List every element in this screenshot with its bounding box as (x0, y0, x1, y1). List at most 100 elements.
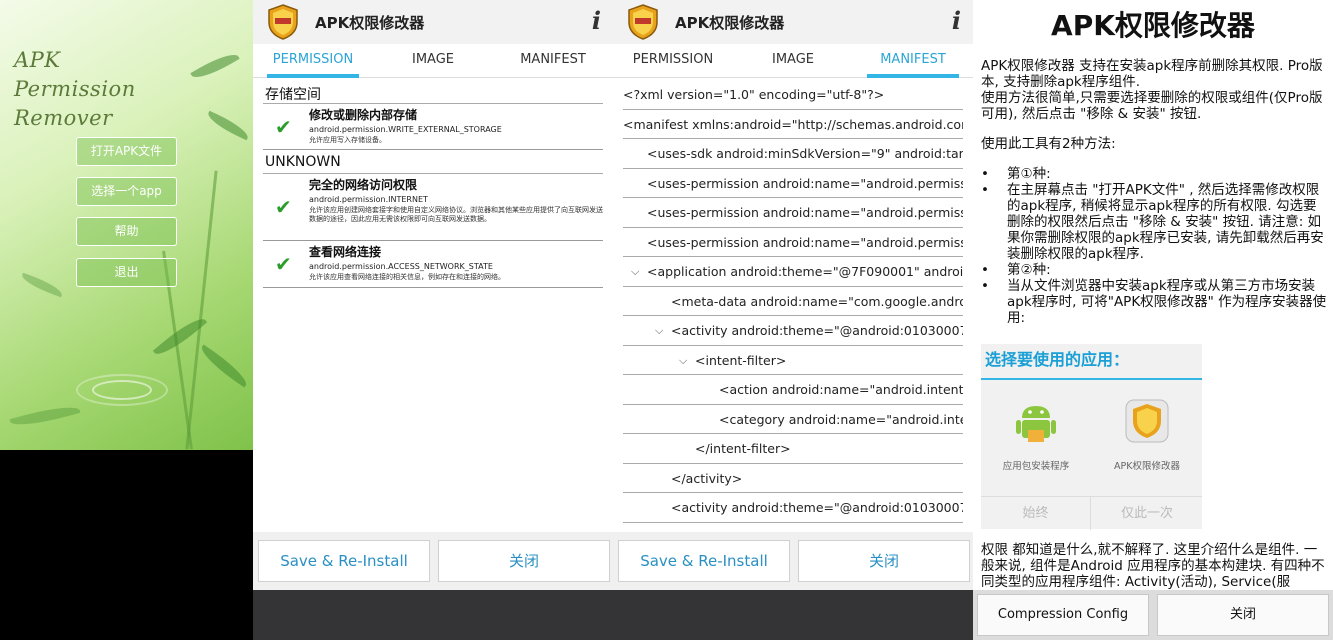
tab-permission[interactable]: PERMISSION (613, 44, 733, 78)
manifest-screen: APK权限修改器 i PERMISSION IMAGE MANIFEST <?x… (613, 0, 973, 640)
bamboo-leaf (19, 272, 65, 298)
bamboo-leaf (196, 344, 252, 388)
manifest-row[interactable]: ⌵ <application android:theme="@7F090001" … (623, 257, 963, 287)
tab-bar: PERMISSION IMAGE MANIFEST (253, 44, 613, 78)
permission-group-header: UNKNOWN (263, 150, 603, 174)
save-reinstall-button[interactable]: Save & Re-Install (258, 540, 430, 582)
permission-item[interactable]: ✔ 查看网络连接 android.permission.ACCESS_NETWO… (263, 241, 603, 288)
tab-bar: PERMISSION IMAGE MANIFEST (613, 44, 973, 78)
app-chooser-image: 选择要使用的应用： 应用包安装程序 APK权限修改器 始终 仅此一次 (981, 344, 1202, 530)
checkmark-icon[interactable]: ✔ (275, 115, 292, 139)
manifest-tree: <?xml version="1.0" encoding="utf-8"?> <m… (623, 80, 963, 532)
manifest-row: <uses-permission android:name="android.p… (623, 228, 963, 257)
permission-name: 查看网络连接 (309, 245, 382, 259)
open-apk-button[interactable]: 打开APK文件 (76, 137, 177, 166)
manifest-row: <uses-permission android:name="android.p… (623, 169, 963, 198)
permission-name: 完全的网络访问权限 (309, 178, 418, 192)
help-usage: 使用方法很简单,只需要选择要删除的权限或组件(仅Pro版可用), 然后点击 "移… (981, 90, 1323, 122)
app-title: APK权限修改器 (675, 14, 785, 32)
permission-item[interactable]: ✔ 完全的网络访问权限 android.permission.INTERNET … (263, 174, 603, 241)
manifest-row: <?xml version="1.0" encoding="utf-8"?> (623, 80, 963, 110)
permission-id: android.permission.ACCESS_NETWORK_STATE (309, 262, 493, 271)
permission-desc: 允许应用写入存储设备。 (309, 136, 386, 144)
info-icon[interactable]: i (952, 6, 961, 35)
tab-image[interactable]: IMAGE (733, 44, 853, 78)
app-option-label: 应用包安装程序 (1002, 461, 1070, 472)
android-robot-icon (1016, 406, 1056, 442)
manifest-row-text: <activity android:theme="@android:010300… (671, 523, 963, 533)
manifest-row-text: <uses-permission android:name="android.p… (647, 205, 963, 220)
apk-shield-logo-icon (628, 4, 658, 40)
manifest-row-text: <intent-filter> (695, 352, 787, 368)
list-item: 第②种: (981, 262, 1327, 278)
nav-bar-strip (253, 590, 613, 640)
tab-image[interactable]: IMAGE (373, 44, 493, 78)
chevron-down-icon[interactable]: ⌵ (655, 316, 663, 345)
close-button[interactable]: 关闭 (798, 540, 970, 582)
manifest-row-text: <meta-data android:name="com.google.andr… (671, 293, 963, 309)
chooser-title: 选择要使用的应用： (985, 350, 1130, 369)
manifest-row: <activity android:theme="@android:010300… (623, 493, 963, 523)
manifest-row: <meta-data android:name="com.google.andr… (623, 287, 963, 316)
tab-permission[interactable]: PERMISSION (253, 44, 373, 78)
nav-bar-strip (613, 590, 973, 640)
bamboo-leaf (190, 48, 240, 84)
manifest-row: <uses-sdk android:minSdkVersion="9" andr… (623, 139, 963, 169)
tab-manifest[interactable]: MANIFEST (853, 44, 973, 78)
manifest-row-text: <activity android:theme="@android:010300… (671, 500, 963, 515)
manifest-row-text: <action android:name="android.intent.act… (719, 382, 963, 397)
compression-config-button[interactable]: Compression Config (977, 594, 1149, 636)
screenshot-collage: APK Permission Remover 打开APK文件 选择一个app 帮… (0, 0, 1333, 640)
chevron-down-icon[interactable]: ⌵ (631, 257, 639, 286)
manifest-row: <category android:name="android.intent.c… (623, 405, 963, 434)
app-top-bar: APK权限修改器 i (613, 0, 973, 44)
manifest-row: <uses-permission android:name="android.p… (623, 198, 963, 228)
manifest-row-text: </activity> (671, 470, 743, 486)
manifest-row-text: <uses-permission android:name="android.p… (647, 175, 963, 191)
home-screen: APK Permission Remover 打开APK文件 选择一个app 帮… (0, 0, 253, 450)
manifest-row-text: <manifest xmlns:android="http://schemas.… (623, 116, 963, 132)
close-button[interactable]: 关闭 (438, 540, 610, 582)
help-components-text: 权限 都知道是什么,就不解释了. 这里介绍什么是组件. 一般来说, 组件是And… (981, 542, 1325, 590)
permission-id: android.permission.INTERNET (309, 195, 428, 204)
chevron-down-icon[interactable]: ⌵ (679, 346, 687, 375)
checkmark-icon[interactable]: ✔ (275, 252, 292, 276)
manifest-row[interactable]: ⌵ <activity android:theme="@android:01030… (623, 316, 963, 346)
permission-screen: APK权限修改器 i PERMISSION IMAGE MANIFEST 存储空… (253, 0, 613, 640)
manifest-row-text: <?xml version="1.0" encoding="utf-8"?> (623, 87, 885, 102)
help-screen: APK权限修改器 APK权限修改器 支持在安装apk程序前删除其权限. Pro版… (973, 0, 1333, 640)
exit-button[interactable]: 退出 (76, 258, 177, 287)
help-button[interactable]: 帮助 (76, 217, 177, 246)
manifest-row: <manifest xmlns:android="http://schemas.… (623, 110, 963, 139)
help-action-bar: Compression Config 关闭 (973, 590, 1333, 640)
checkmark-icon[interactable]: ✔ (275, 195, 292, 219)
info-icon[interactable]: i (592, 6, 601, 35)
manifest-row-text: <uses-sdk android:minSdkVersion="9" andr… (647, 146, 963, 161)
manifest-row-text: <activity android:theme="@android:010300… (671, 323, 963, 338)
manifest-row-text: </intent-filter> (695, 441, 791, 456)
list-item: 在主屏幕点击 "打开APK文件" , 然后选择需修改权限的apk程序, 稍候将显… (981, 182, 1327, 262)
help-intro: APK权限修改器 支持在安装apk程序前删除其权限. Pro版本, 支持删除ap… (981, 58, 1323, 90)
permission-desc: 允许该应用创建网络套接字和使用自定义网络协议。浏览器和其他某些应用提供了向互联网… (309, 206, 603, 223)
always-button: 始终 (981, 497, 1091, 530)
tab-manifest[interactable]: MANIFEST (493, 44, 613, 78)
manifest-row-text: <category android:name="android.intent.c… (719, 411, 963, 427)
list-item: 第①种: (981, 166, 1327, 182)
manifest-row: </activity> (623, 464, 963, 493)
apk-editor-option: APK权限修改器 (1092, 398, 1202, 472)
list-item: 当从文件浏览器中安装apk程序或从第三方市场安装apk程序时, 可将"APK权限… (981, 278, 1327, 326)
permission-id: android.permission.WRITE_EXTERNAL_STORAG… (309, 125, 502, 134)
choose-app-button[interactable]: 选择一个app (76, 177, 177, 206)
art-title-line: Permission (14, 77, 136, 101)
save-reinstall-button[interactable]: Save & Re-Install (618, 540, 790, 582)
manifest-row-text: <uses-permission android:name="android.p… (647, 234, 963, 250)
manifest-row: </intent-filter> (623, 434, 963, 464)
help-title: APK权限修改器 (1051, 9, 1255, 42)
art-title-line: APK (14, 48, 61, 72)
manifest-row: <action android:name="android.intent.act… (623, 375, 963, 405)
manifest-row[interactable]: ⌵ <intent-filter> (623, 346, 963, 375)
package-installer-option: 应用包安装程序 (981, 398, 1091, 472)
close-button[interactable]: 关闭 (1157, 594, 1329, 636)
chooser-buttons: 始终 仅此一次 (981, 496, 1202, 530)
permission-item[interactable]: ✔ 修改或删除内部存储 android.permission.WRITE_EXT… (263, 104, 603, 150)
